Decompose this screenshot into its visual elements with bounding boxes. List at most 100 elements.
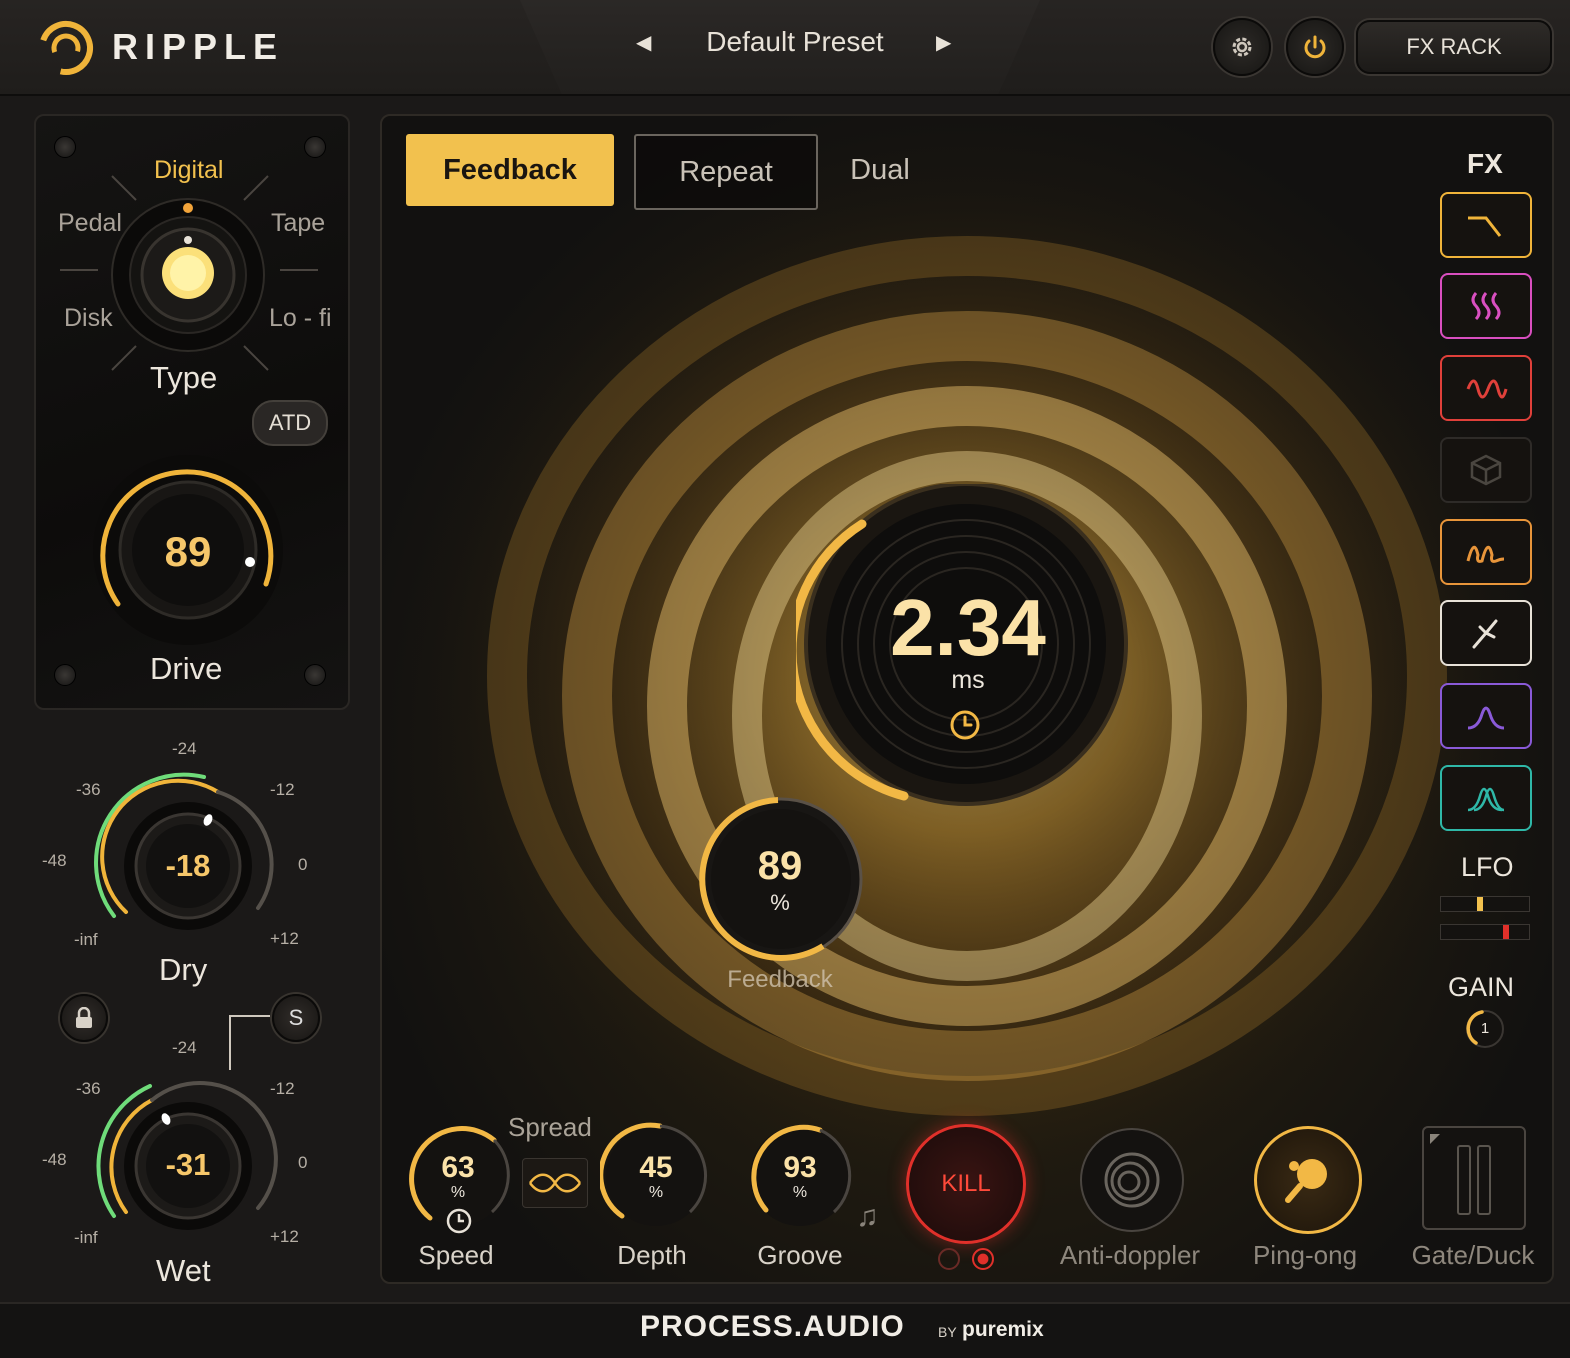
spiral-icon <box>1104 1152 1160 1208</box>
dry-tick-m24: -24 <box>172 739 197 758</box>
fx-cube-button[interactable] <box>1440 437 1532 503</box>
type-label: Type <box>150 360 218 395</box>
type-option-tape[interactable]: Tape <box>271 209 325 238</box>
double-bell-icon <box>1467 787 1505 812</box>
ping-pong-label: Ping-ong <box>1252 1240 1358 1270</box>
screw-icon <box>54 664 76 686</box>
screw-icon <box>304 136 326 158</box>
kill-mode-dot-2[interactable] <box>972 1248 994 1270</box>
groove-value: 93 <box>783 1151 817 1184</box>
gate-bars-icon <box>1430 1134 1491 1215</box>
drive-label: Drive <box>150 651 223 686</box>
fx-bell-button[interactable] <box>1440 683 1532 749</box>
drive-value: 89 <box>164 528 212 575</box>
spread-label: Spread <box>508 1112 592 1142</box>
ping-pong-button[interactable] <box>1254 1126 1362 1234</box>
fx-loop-button[interactable] <box>1440 519 1532 585</box>
atd-button[interactable]: ATD <box>252 400 328 446</box>
footer-partner: puremix <box>962 1318 1044 1341</box>
infinity-wave-icon <box>528 1173 582 1193</box>
tuning-fork-icon <box>1472 619 1498 649</box>
lfo-slider-2-handle[interactable] <box>1503 925 1509 939</box>
depth-value: 45 <box>639 1151 673 1184</box>
screw-icon <box>54 136 76 158</box>
solo-button[interactable]: S <box>272 994 320 1042</box>
tab-feedback[interactable]: Feedback <box>406 134 614 206</box>
fx-rack-button[interactable]: FX RACK <box>1356 20 1552 74</box>
triplet-note-icon[interactable]: ♫ <box>856 1200 879 1234</box>
next-preset-icon[interactable]: ▶ <box>936 30 951 55</box>
ripple-logo-icon <box>36 18 96 78</box>
power-icon <box>1304 35 1326 59</box>
lfo-slider-1-handle[interactable] <box>1477 897 1483 911</box>
loop-wave-icon <box>1466 545 1505 563</box>
anti-doppler-button[interactable] <box>1080 1128 1184 1232</box>
spread-button[interactable] <box>522 1158 588 1208</box>
speed-sync-clock-icon[interactable] <box>444 1206 474 1236</box>
lock-button[interactable] <box>60 994 108 1042</box>
dry-value: -18 <box>165 848 211 883</box>
groove-unit: % <box>792 1184 808 1201</box>
distortion-wave-icon <box>1466 379 1508 399</box>
fx-distortion-button[interactable] <box>1440 355 1532 421</box>
type-option-digital[interactable]: Digital <box>154 156 223 185</box>
bell-curve-icon <box>1467 706 1505 730</box>
wet-tick-m48: -48 <box>42 1150 67 1169</box>
footer-by: BY <box>938 1324 957 1340</box>
groove-label: Groove <box>757 1240 843 1270</box>
fx-lowpass-filter-button[interactable] <box>1440 192 1532 258</box>
app-title: RIPPLE <box>112 26 285 67</box>
gate-duck-button[interactable] <box>1422 1126 1526 1230</box>
feedback-value: 89 <box>757 844 803 888</box>
gate-duck-label: Gate/Duck <box>1411 1240 1535 1270</box>
wet-tick-m24: -24 <box>172 1038 197 1057</box>
speed-label: Speed <box>418 1240 494 1270</box>
kill-mode-dot-1[interactable] <box>938 1248 960 1270</box>
speed-unit: % <box>450 1184 466 1201</box>
kill-label: KILL <box>941 1170 991 1197</box>
gain-label: GAIN <box>1448 972 1515 1002</box>
tab-dual[interactable]: Dual <box>832 134 928 206</box>
lfo-label: LFO <box>1461 852 1514 882</box>
fx-tuning-fork-button[interactable] <box>1440 600 1532 666</box>
feedback-unit: % <box>770 890 790 915</box>
wet-value: -31 <box>165 1147 211 1182</box>
tab-repeat[interactable]: Repeat <box>634 134 818 210</box>
screw-icon <box>304 664 326 686</box>
anti-doppler-label: Anti-doppler <box>1059 1240 1201 1270</box>
link-bracket <box>229 1015 270 1070</box>
power-button[interactable] <box>1286 18 1344 76</box>
preset-name[interactable]: Default Preset <box>700 26 890 58</box>
dry-tick-zero: 0 <box>298 855 308 874</box>
fx-title: FX <box>1467 148 1503 179</box>
dry-tick-m48: -48 <box>42 851 67 870</box>
wet-tick-zero: 0 <box>298 1153 308 1172</box>
feedback-label: Feedback <box>727 966 833 993</box>
depth-unit: % <box>648 1184 664 1201</box>
kill-button[interactable]: KILL <box>906 1124 1026 1244</box>
fx-double-bell-button[interactable] <box>1440 765 1532 831</box>
settings-button[interactable] <box>1213 18 1271 76</box>
footer-brand: PROCESS.AUDIO <box>640 1310 905 1343</box>
cube-icon <box>1470 454 1502 486</box>
delay-time-value: 2.34 <box>890 583 1046 672</box>
lowpass-filter-icon <box>1468 216 1502 237</box>
depth-label: Depth <box>617 1240 687 1270</box>
gear-icon <box>1232 37 1252 57</box>
delay-time-unit: ms <box>951 666 985 694</box>
gain-value: 1 <box>1480 1020 1490 1037</box>
sync-clock-icon[interactable] <box>948 708 982 742</box>
type-option-lofi[interactable]: Lo - fi <box>269 304 332 333</box>
speed-value: 63 <box>441 1151 475 1184</box>
type-option-disk[interactable]: Disk <box>64 304 113 333</box>
wet-label: Wet <box>156 1253 211 1288</box>
ping-pong-paddle-icon <box>1285 1159 1327 1203</box>
dry-label: Dry <box>159 952 208 987</box>
lfo-slider-2[interactable] <box>1440 924 1530 940</box>
lock-icon <box>76 1007 92 1028</box>
lfo-slider-1[interactable] <box>1440 896 1530 912</box>
fx-heat-button[interactable] <box>1440 273 1532 339</box>
type-knob[interactable] <box>108 195 268 355</box>
prev-preset-icon[interactable]: ◀ <box>636 30 651 55</box>
heat-waves-icon <box>1471 292 1501 321</box>
